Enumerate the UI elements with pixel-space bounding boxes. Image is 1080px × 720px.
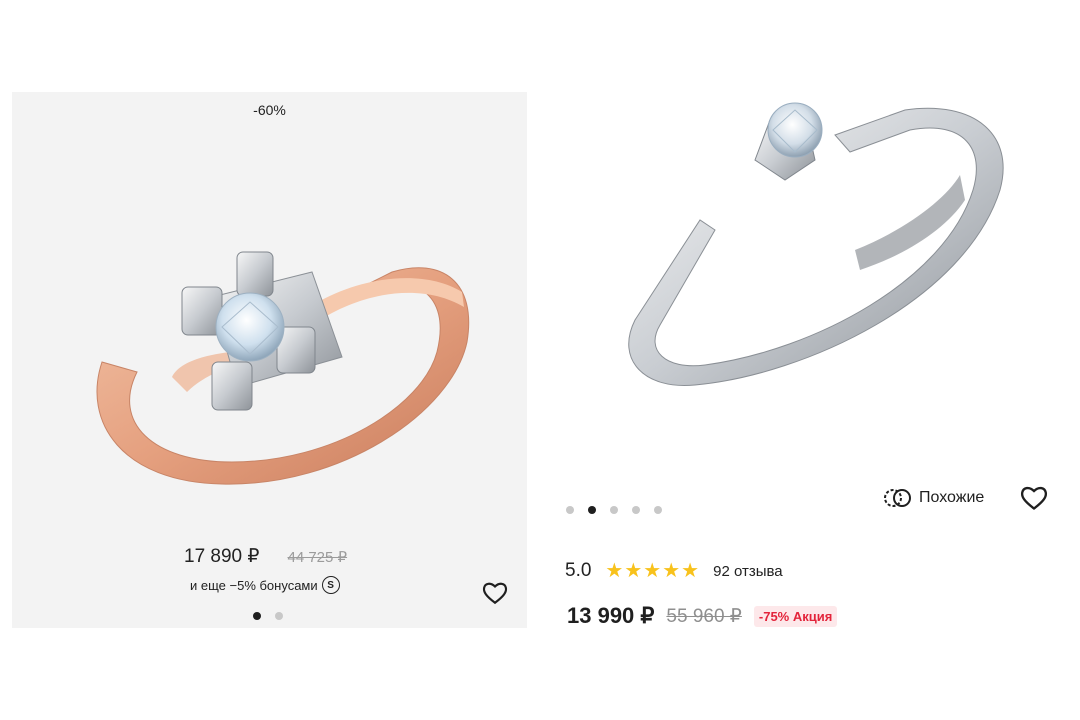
product-card-right[interactable]: Похожие 5.0 ★ ★ ★ ★ ★ 92 отзыва 13 990 ₽… [545,80,1065,640]
discount-label: -60% [253,102,286,118]
product-card-left[interactable]: -60% 17 890 ₽ 44 725 ₽ и еще −5% бонусам… [12,92,527,628]
gallery-dot[interactable] [253,612,261,620]
old-price: 55 960 ₽ [666,605,742,627]
rating-row: 5.0 ★ ★ ★ ★ ★ 92 отзыва [565,560,783,582]
bonus-icon: S [321,576,340,594]
current-price: 17 890 ₽ [184,546,260,567]
gallery-dot[interactable] [566,506,574,514]
stars: ★ ★ ★ ★ ★ [605,561,699,581]
favorite-heart-icon[interactable] [482,581,508,605]
product-image-rose-gold-ring[interactable] [62,162,502,502]
gallery-dot[interactable] [632,506,640,514]
bonus-text: и еще −5% бонусами [190,577,318,593]
gallery-dot[interactable] [654,506,662,514]
promo-badge: -75% Акция [753,605,838,627]
gallery-dots [566,506,662,514]
similar-label: Похожие [919,489,985,506]
star-icon: ★ [662,560,681,582]
star-icon: ★ [643,560,662,582]
reviews-link[interactable]: 92 отзыва [713,563,783,580]
bonus-row: и еще −5% бонусами S [190,576,340,594]
product-image-white-gold-ring[interactable] [605,80,1025,400]
favorite-heart-icon[interactable] [1020,485,1048,511]
old-price: 44 725 ₽ [287,549,348,566]
gallery-dot[interactable] [610,506,618,514]
price-row: 13 990 ₽ 55 960 ₽ -75% Акция [567,603,838,629]
price-row: 17 890 ₽ 44 725 ₽ [184,545,347,568]
star-icon: ★ [624,560,643,582]
similar-button[interactable]: Похожие [883,486,984,510]
gallery-dots [253,612,283,620]
similar-icon [884,489,911,507]
star-icon: ★ [681,560,700,582]
gallery-dot[interactable] [275,612,283,620]
star-icon: ★ [605,560,624,582]
gallery-dot[interactable] [588,506,596,514]
rating-value: 5.0 [565,560,592,581]
current-price: 13 990 ₽ [567,603,655,628]
